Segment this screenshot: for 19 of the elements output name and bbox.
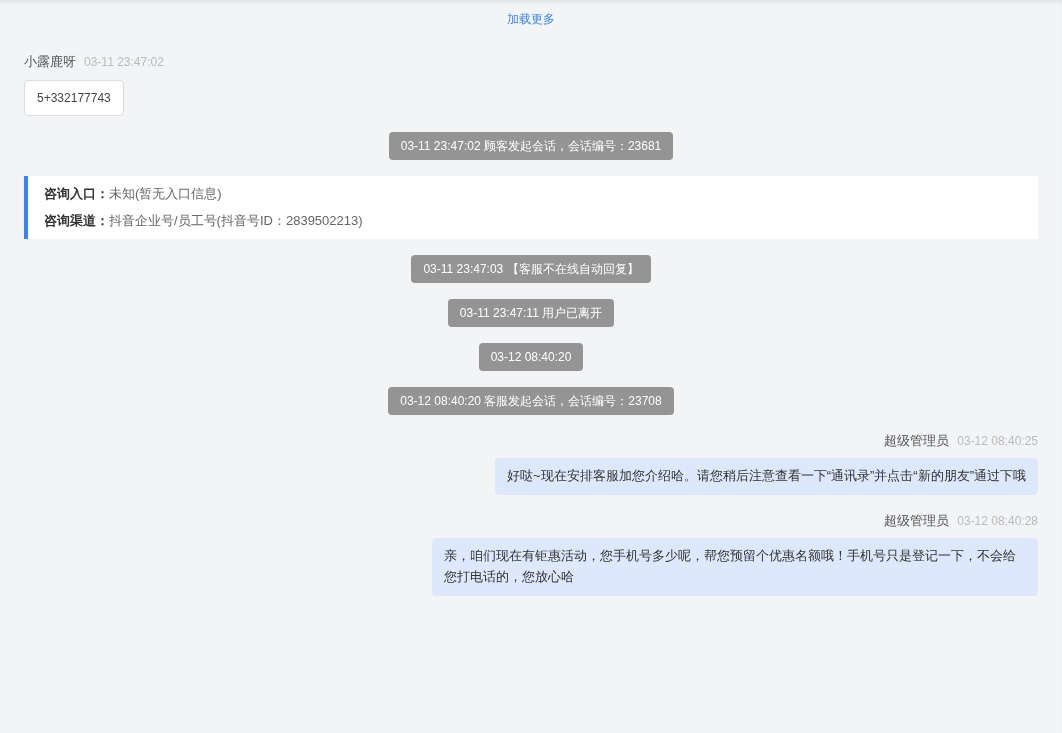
message-time: 03-12 08:40:28 <box>957 512 1038 530</box>
system-notice: 03-11 23:47:02 顾客发起会话，会话编号：23681 <box>388 131 674 160</box>
system-notice: 03-12 08:40:20 <box>478 342 584 371</box>
info-value: 未知(暂无入口信息) <box>109 184 222 203</box>
system-notice: 03-11 23:47:03 【客服不在线自动回复】 <box>411 254 651 283</box>
sender-name: 超级管理员 <box>884 511 950 530</box>
load-more-link[interactable]: 加载更多 <box>507 10 555 28</box>
message-bubble: 好哒~现在安排客服加您介绍哈。请您稍后注意查看一下“通讯录”并点击“新的朋友”通过下哦 <box>495 458 1038 495</box>
sender-name: 小露鹿呀 <box>24 53 76 71</box>
system-notice: 03-11 23:47:11 用户已离开 <box>447 298 615 327</box>
message-time: 03-12 08:40:25 <box>957 432 1038 450</box>
message-time: 03-11 23:47:02 <box>84 54 164 71</box>
message-bubble: 亲，咱们现在有钜惠活动，您手机号多少呢，帮您预留个优惠名额哦！手机号只是登记一下，不会给您打电话的，您放心哈 <box>432 538 1038 596</box>
system-notice: 03-12 08:40:20 客服发起会话，会话编号：23708 <box>388 386 674 415</box>
sender-name: 超级管理员 <box>884 431 950 450</box>
info-value: 抖音企业号/员工号(抖音号ID：2839502213) <box>109 212 363 230</box>
info-label: 咨询渠道： <box>44 212 109 230</box>
info-label: 咨询入口： <box>44 184 109 203</box>
message-bubble: 5+332177743 <box>24 79 124 116</box>
